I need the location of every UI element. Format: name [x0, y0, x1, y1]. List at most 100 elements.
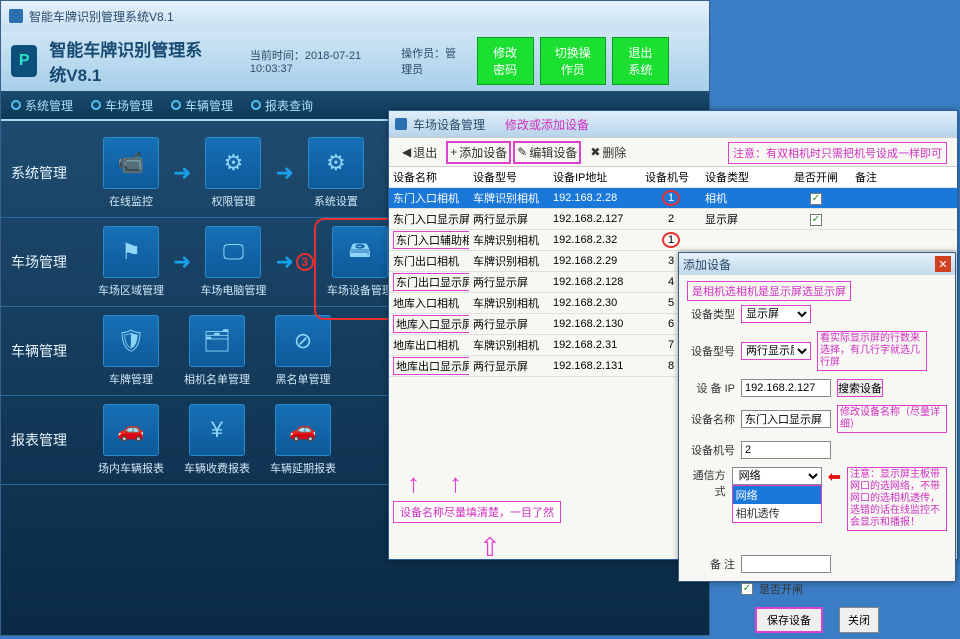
nav-tile[interactable]: 📹在线监控 — [91, 137, 171, 209]
type-select[interactable]: 显示屏 — [741, 305, 811, 323]
arrow-right-icon: ➜ — [275, 249, 293, 275]
operator: 操作员：管理员 — [401, 45, 464, 77]
tile-label: 相机名单管理 — [177, 371, 257, 387]
nav-tile[interactable]: ⊘ 黑名单管理 — [263, 315, 343, 387]
no-label: 设备机号 — [687, 442, 735, 458]
type-hint: 是相机选相机是显示屏选显示屏 — [687, 281, 851, 301]
no-input[interactable] — [741, 441, 831, 459]
save-button[interactable]: 保存设备 — [755, 607, 823, 633]
device-subtitle: 修改或添加设备 — [505, 116, 589, 133]
remark-label: 备 注 — [687, 556, 735, 572]
model-label: 设备型号 — [687, 343, 735, 359]
exit-system-button[interactable]: 退出系统 — [612, 37, 669, 85]
add-device-dialog: 添加设备 ✕ 是相机选相机是显示屏选显示屏 设备类型 显示屏 设备型号 两行显示… — [678, 252, 956, 582]
tile-label: 权限管理 — [193, 193, 273, 209]
tile-label: 黑名单管理 — [263, 371, 343, 387]
ip-label: 设 备 IP — [687, 380, 735, 396]
device-toolbar: ◀退出 +添加设备 ✎编辑设备 ✖删除 注意：有双相机时只需把机号设成一样即可 — [389, 137, 957, 167]
tile-label: 场内车辆报表 — [91, 460, 171, 476]
tile-label: 车牌管理 — [91, 371, 171, 387]
tile-icon: 🛡 — [117, 328, 145, 354]
arrow-up-icon: ⇧ — [479, 532, 501, 563]
tile-label: 车辆延期报表 — [263, 460, 343, 476]
switch-operator-button[interactable]: 切换操作员 — [540, 37, 606, 85]
device-titlebar: 车场设备管理 修改或添加设备 — [389, 111, 957, 137]
app-icon — [9, 9, 23, 23]
titlebar-text: 智能车牌识别管理系统V8.1 — [29, 8, 174, 25]
add-device-button[interactable]: +添加设备 — [446, 141, 511, 164]
exit-button[interactable]: ◀退出 — [395, 140, 444, 165]
tile-label: 车辆收费报表 — [177, 460, 257, 476]
section-label: 车场管理 — [11, 252, 91, 272]
nav-tile[interactable]: 🖵 车场电脑管理 — [193, 226, 273, 298]
tile-icon: ⚙ — [326, 150, 346, 176]
search-device-button[interactable]: 搜索设备 — [837, 379, 883, 397]
tile-icon: ¥ — [211, 417, 223, 443]
edit-device-button[interactable]: ✎编辑设备 — [513, 141, 581, 164]
column-header: 设备型号 — [469, 167, 549, 187]
footnote: 设备名称尽量填清楚，一目了然 — [393, 501, 561, 523]
menu-item[interactable]: 车场管理 — [91, 97, 153, 114]
delete-button[interactable]: ✖删除 — [583, 140, 633, 165]
open-gate-checkbox[interactable]: ✓ — [741, 583, 753, 595]
dialog-title: 添加设备 — [683, 256, 731, 273]
menu-icon — [11, 100, 21, 110]
change-password-button[interactable]: 修改密码 — [477, 37, 534, 85]
tile-label: 车场电脑管理 — [193, 282, 273, 298]
tile-icon: 🚗 — [289, 417, 316, 443]
column-header: 设备类型 — [701, 167, 781, 187]
remark-input[interactable] — [741, 555, 831, 573]
table-row[interactable]: 东门入口显示屏两行显示屏192.168.2.1272显示屏✓ — [389, 209, 957, 230]
logo: P — [11, 45, 37, 77]
menu-icon — [91, 100, 101, 110]
comm-note: 注意：显示屏主板带网口的选网络，不带网口的选相机透传，选错的话在线监控不会显示和… — [847, 467, 947, 531]
nav-tile[interactable]: 🛡 车牌管理 — [91, 315, 171, 387]
arrow-up-icon: ↑ — [449, 468, 462, 499]
nav-tile[interactable]: 🗂 相机名单管理 — [177, 315, 257, 387]
current-time: 当前时间：2018-07-21 10:03:37 — [250, 47, 379, 75]
section-label: 车辆管理 — [11, 341, 91, 361]
tile-icon: ⚑ — [121, 239, 141, 265]
menu-item[interactable]: 系统管理 — [11, 97, 73, 114]
table-row[interactable]: 东门入口辅助相机车牌识别相机192.168.2.321 — [389, 230, 957, 251]
column-header: 是否开闸 — [781, 167, 851, 187]
name-label: 设备名称 — [687, 411, 735, 427]
nav-tile[interactable]: ¥ 车辆收费报表 — [177, 404, 257, 476]
device-title: 车场设备管理 — [413, 116, 485, 133]
titlebar: 智能车牌识别管理系统V8.1 — [1, 1, 709, 31]
column-header: 设备名称 — [389, 167, 469, 187]
name-input[interactable] — [741, 410, 831, 428]
table-row[interactable]: 东门入口相机车牌识别相机192.168.2.281相机✓ — [389, 188, 957, 209]
tile-icon: 🖴 — [349, 233, 371, 271]
tile-label: 系统设置 — [296, 193, 376, 209]
close-button[interactable]: 关闭 — [839, 607, 879, 633]
comm-option-network[interactable]: 网络 — [733, 486, 821, 504]
tile-label: 在线监控 — [91, 193, 171, 209]
nav-tile[interactable]: ⚙ 系统设置 — [296, 137, 376, 209]
comm-option-relay[interactable]: 相机透传 — [733, 504, 821, 522]
nav-tile[interactable]: 🚗 车辆延期报表 — [263, 404, 343, 476]
menu-item[interactable]: 报表查询 — [251, 97, 313, 114]
comm-select[interactable]: 网络 — [732, 467, 822, 485]
tile-icon: 🗂 — [203, 328, 231, 354]
dialog-titlebar: 添加设备 ✕ — [679, 253, 955, 275]
menu-item[interactable]: 车辆管理 — [171, 97, 233, 114]
model-select[interactable]: 两行显示屏 — [741, 342, 811, 360]
comm-label: 通信方式 — [687, 467, 726, 499]
menu-icon — [251, 100, 261, 110]
name-note: 修改设备名称（尽量详细） — [837, 405, 947, 433]
tile-icon: 🖵 — [223, 239, 244, 265]
arrow-right-icon: ➜ — [173, 249, 191, 275]
nav-tile[interactable]: ⚑ 车场区域管理 — [91, 226, 171, 298]
arrow-right-icon: ➜ — [275, 160, 293, 186]
tile-icon: ⚙ — [224, 150, 244, 176]
column-header: 设备IP地址 — [549, 167, 641, 187]
tile-label: 车场区域管理 — [91, 282, 171, 298]
close-icon[interactable]: ✕ — [935, 256, 951, 272]
nav-tile[interactable]: ⚙ 权限管理 — [193, 137, 273, 209]
ip-input[interactable] — [741, 379, 831, 397]
header: P 智能车牌识别管理系统V8.1 当前时间：2018-07-21 10:03:3… — [1, 31, 709, 91]
nav-tile[interactable]: 🚗 场内车辆报表 — [91, 404, 171, 476]
tile-icon: 🚗 — [117, 417, 144, 443]
tile-icon: ⊘ — [294, 328, 312, 354]
